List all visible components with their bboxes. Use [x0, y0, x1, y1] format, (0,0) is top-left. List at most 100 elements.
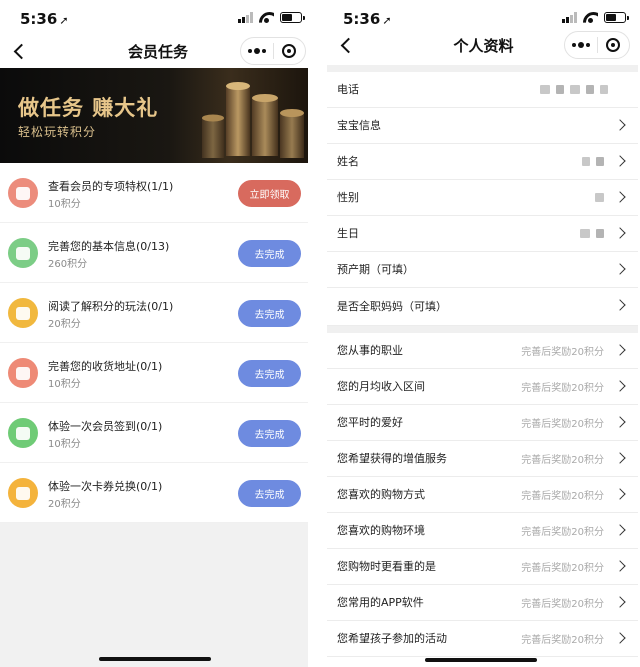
- close-circle-icon[interactable]: [598, 38, 630, 52]
- chevron-right-icon: [614, 560, 626, 572]
- task-name: 完善您的基本信息(0/13): [48, 240, 170, 253]
- task-item: 阅读了解积分的玩法(0/1) 20积分 去完成: [0, 283, 308, 343]
- profile-row[interactable]: 是否全职妈妈（可填）: [327, 288, 638, 326]
- calendar-icon: [8, 418, 38, 448]
- member-tasks-screen: 5:36 ➚ 会员任务 做任务 赚大礼 轻松玩转积分 查看会员的专项特权(1/1…: [0, 0, 316, 667]
- row-label: 预产期（可填）: [337, 263, 414, 276]
- profile-row[interactable]: 宝宝信息: [327, 108, 638, 144]
- row-label: 性别: [337, 191, 359, 204]
- page-title: 会员任务: [127, 42, 188, 61]
- task-points: 20积分: [48, 499, 81, 510]
- mini-program-capsule: [240, 37, 306, 65]
- task-name: 完善您的收货地址(0/1): [48, 360, 163, 373]
- close-circle-icon[interactable]: [274, 44, 306, 58]
- status-icons: [238, 12, 305, 23]
- profile-row[interactable]: 您从事的职业 完善后奖励20积分: [327, 333, 638, 369]
- task-action-button[interactable]: 去完成: [238, 240, 301, 267]
- task-action-button[interactable]: 去完成: [238, 360, 301, 387]
- profile-row[interactable]: 您希望获得的增值服务 完善后奖励20积分: [327, 441, 638, 477]
- profile-row[interactable]: 您常用的APP软件 完善后奖励20积分: [327, 585, 638, 621]
- task-item: 完善您的基本信息(0/13) 260积分 去完成: [0, 223, 308, 283]
- profile-row[interactable]: 生日: [327, 216, 638, 252]
- row-label: 您希望获得的增值服务: [337, 452, 447, 465]
- row-label: 电话: [337, 83, 359, 96]
- diamond-icon: [8, 178, 38, 208]
- chevron-right-icon: [614, 416, 626, 428]
- nav-bar: 会员任务: [0, 34, 316, 68]
- task-action-button[interactable]: 去完成: [238, 420, 301, 447]
- row-label: 宝宝信息: [337, 119, 381, 132]
- task-name: 查看会员的专项特权(1/1): [48, 180, 174, 193]
- reward-hint: 完善后奖励20积分: [521, 563, 604, 574]
- masked-value: [576, 144, 604, 179]
- row-label: 您常用的APP软件: [337, 596, 424, 609]
- profile-row[interactable]: 预产期（可填）: [327, 252, 638, 288]
- chevron-right-icon: [614, 488, 626, 500]
- task-item: 体验一次会员签到(0/1) 10积分 去完成: [0, 403, 308, 463]
- back-arrow-icon[interactable]: [337, 34, 359, 56]
- task-list: 查看会员的专项特权(1/1) 10积分 立即领取 完善您的基本信息(0/13) 260积…: [0, 163, 308, 523]
- task-action-button[interactable]: 去完成: [238, 300, 301, 327]
- task-name: 体验一次卡券兑换(0/1): [48, 480, 163, 493]
- task-points: 10积分: [48, 379, 81, 390]
- profile-row[interactable]: 姓名: [327, 144, 638, 180]
- profile-row[interactable]: 您的月均收入区间 完善后奖励20积分: [327, 369, 638, 405]
- row-label: 您购物时更看重的是: [337, 560, 436, 573]
- row-label: 您喜欢的购物方式: [337, 488, 425, 501]
- section-divider: [327, 326, 638, 333]
- location-arrow-icon: ➚: [382, 14, 392, 27]
- profile-row[interactable]: 您喜欢的购物环境 完善后奖励20积分: [327, 513, 638, 549]
- task-name: 阅读了解积分的玩法(0/1): [48, 300, 174, 313]
- promo-banner: 做任务 赚大礼 轻松玩转积分: [0, 68, 308, 163]
- reward-hint: 完善后奖励20积分: [521, 419, 604, 430]
- masked-value: [534, 72, 608, 107]
- chevron-right-icon: [614, 227, 626, 239]
- profile-row[interactable]: 您喜欢的购物方式 完善后奖励20积分: [327, 477, 638, 513]
- profile-row[interactable]: 您希望孩子参加的活动 完善后奖励20积分: [327, 621, 638, 657]
- status-time: 5:36 ➚: [343, 10, 392, 28]
- mini-program-capsule: [564, 31, 630, 59]
- banner-headline: 做任务 赚大礼: [18, 96, 159, 120]
- chevron-right-icon: [614, 596, 626, 608]
- profile-row[interactable]: 性别: [327, 180, 638, 216]
- wifi-icon: [259, 12, 274, 23]
- more-dots-icon[interactable]: [565, 42, 597, 48]
- edit-icon: [8, 358, 38, 388]
- profile-row[interactable]: 您购物时更看重的是 完善后奖励20积分: [327, 549, 638, 585]
- battery-icon: [280, 12, 305, 23]
- task-item: 查看会员的专项特权(1/1) 10积分 立即领取: [0, 163, 308, 223]
- row-label: 您从事的职业: [337, 344, 403, 357]
- wifi-icon: [583, 12, 598, 23]
- reward-hint: 完善后奖励20积分: [521, 527, 604, 538]
- more-dots-icon[interactable]: [241, 48, 273, 54]
- task-name: 体验一次会员签到(0/1): [48, 420, 163, 433]
- profile-row[interactable]: 您平时的爱好 完善后奖励20积分: [327, 405, 638, 441]
- reward-hint: 完善后奖励20积分: [521, 347, 604, 358]
- extra-info-section: 您从事的职业 完善后奖励20积分 您的月均收入区间 完善后奖励20积分 您平时的爱好 完善…: [327, 333, 638, 657]
- task-action-button[interactable]: 立即领取: [238, 180, 301, 207]
- empty-area: [0, 523, 308, 667]
- home-indicator: [99, 657, 211, 661]
- form-icon: [8, 238, 38, 268]
- status-bar: 5:36 ➚: [0, 0, 316, 34]
- coin-stack-image: [202, 82, 304, 158]
- row-label: 您平时的爱好: [337, 416, 403, 429]
- reward-hint: 完善后奖励20积分: [521, 635, 604, 646]
- signal-icon: [562, 12, 577, 23]
- back-arrow-icon[interactable]: [10, 40, 32, 62]
- task-action-button[interactable]: 去完成: [238, 480, 301, 507]
- masked-value: [589, 180, 604, 215]
- reward-hint: 完善后奖励20积分: [521, 599, 604, 610]
- nav-bar: 个人资料: [327, 28, 640, 62]
- home-indicator: [425, 658, 537, 662]
- piggy-bank-icon: [8, 298, 38, 328]
- chevron-right-icon: [614, 299, 626, 311]
- basic-info-section: 电话宝宝信息姓名性别生日预产期（可填） 是否全职妈妈（可填）: [327, 72, 638, 326]
- profile-row[interactable]: 电话: [327, 72, 638, 108]
- chevron-right-icon: [614, 632, 626, 644]
- location-arrow-icon: ➚: [59, 14, 69, 27]
- masked-value: [574, 216, 604, 251]
- reward-hint: 完善后奖励20积分: [521, 383, 604, 394]
- row-label: 您喜欢的购物环境: [337, 524, 425, 537]
- chevron-right-icon: [614, 155, 626, 167]
